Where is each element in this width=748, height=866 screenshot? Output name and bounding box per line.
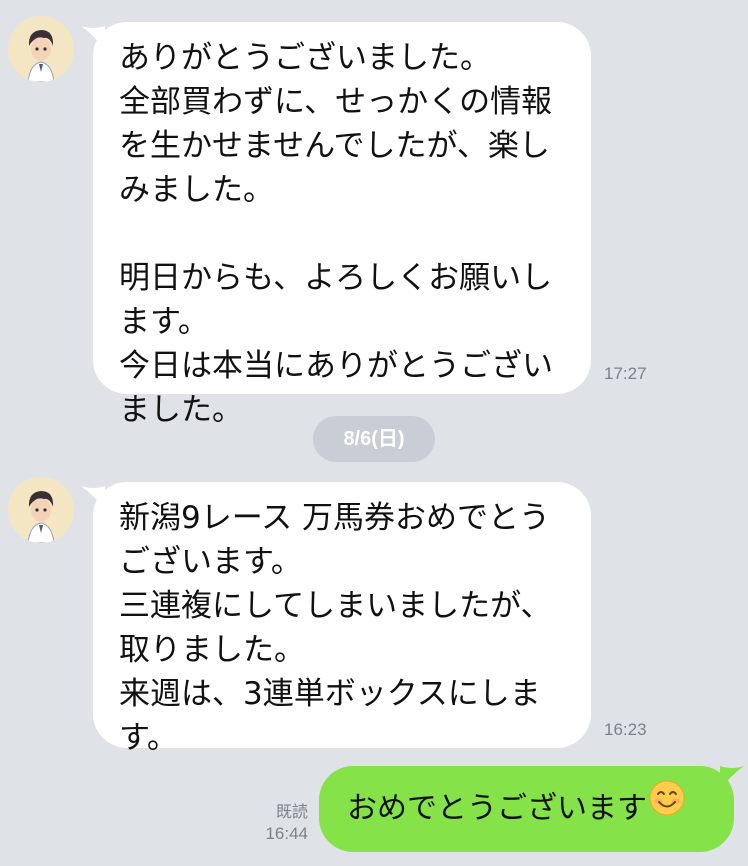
read-label: 既読 <box>275 804 308 821</box>
read-receipt: 既読 16:44 <box>265 798 308 844</box>
message-timestamp: 16:23 <box>604 720 647 739</box>
contact-avatar[interactable] <box>8 16 74 82</box>
outgoing-message-bubble[interactable]: おめでとうございます <box>319 766 734 852</box>
chat-view: ありがとうございました。 全部買わずに、せっかくの情報 を生かせませんでしたが、… <box>0 0 748 866</box>
incoming-message-bubble[interactable]: 新潟9レース 万馬券おめでとう ございます。 三連複にしてしまいましたが、 取り… <box>93 482 591 756</box>
date-separator: 8/6(日) <box>313 416 435 462</box>
contact-avatar[interactable] <box>8 477 74 543</box>
incoming-message-bubble[interactable]: ありがとうございました。 全部買わずに、せっかくの情報 を生かせませんでしたが、… <box>93 22 591 428</box>
message-timestamp: 17:27 <box>604 364 647 383</box>
smiling-face-emoji <box>649 764 685 850</box>
anime-boy-avatar-icon <box>8 16 74 82</box>
anime-boy-avatar-icon <box>8 477 74 543</box>
message-timestamp: 16:44 <box>265 824 308 843</box>
outgoing-message-text: おめでとうございます <box>347 791 647 826</box>
